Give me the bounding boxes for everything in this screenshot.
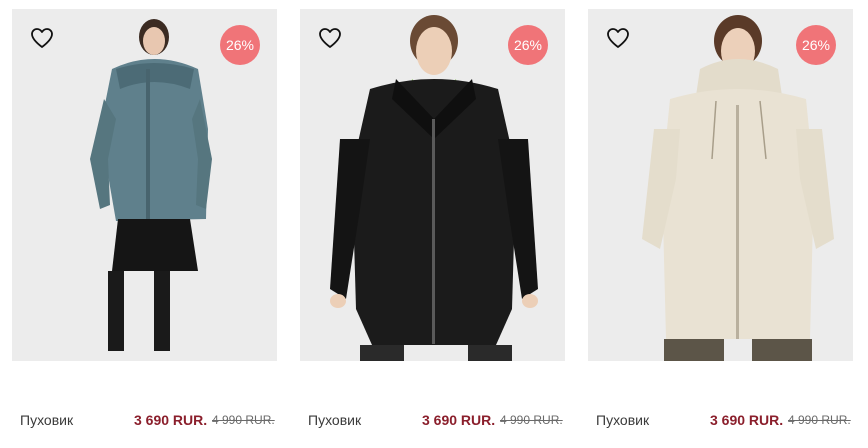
product-info: Пуховик 3 690 RUR. 4 990 RUR.	[20, 412, 277, 432]
product-grid: 26% Пуховик 3 690 RUR. 4 990 RUR. 26% Пу…	[0, 0, 868, 448]
heart-outline-icon[interactable]	[318, 27, 342, 49]
product-photo[interactable]: 26%	[300, 9, 565, 361]
product-info: Пуховик 3 690 RUR. 4 990 RUR.	[308, 412, 565, 432]
product-card[interactable]: 26% Пуховик 3 690 RUR. 4 990 RUR.	[300, 9, 565, 448]
product-card[interactable]: 26% Пуховик 3 690 RUR. 4 990 RUR.	[12, 9, 277, 448]
product-name[interactable]: Пуховик	[308, 412, 361, 428]
discount-badge: 26%	[220, 25, 260, 65]
current-price: 3 690 RUR.	[134, 412, 208, 428]
old-price: 4 990 RUR.	[500, 413, 563, 427]
product-photo[interactable]: 26%	[12, 9, 277, 361]
old-price: 4 990 RUR.	[212, 413, 275, 427]
product-card[interactable]: 26% Пуховик 3 690 RUR. 4 990 RUR.	[588, 9, 853, 448]
discount-badge: 26%	[796, 25, 836, 65]
product-info: Пуховик 3 690 RUR. 4 990 RUR.	[596, 412, 853, 432]
product-photo[interactable]: 26%	[588, 9, 853, 361]
heart-outline-icon[interactable]	[30, 27, 54, 49]
product-name[interactable]: Пуховик	[20, 412, 73, 428]
current-price: 3 690 RUR.	[422, 412, 496, 428]
heart-outline-icon[interactable]	[606, 27, 630, 49]
discount-badge: 26%	[508, 25, 548, 65]
product-name[interactable]: Пуховик	[596, 412, 649, 428]
current-price: 3 690 RUR.	[710, 412, 784, 428]
old-price: 4 990 RUR.	[788, 413, 851, 427]
